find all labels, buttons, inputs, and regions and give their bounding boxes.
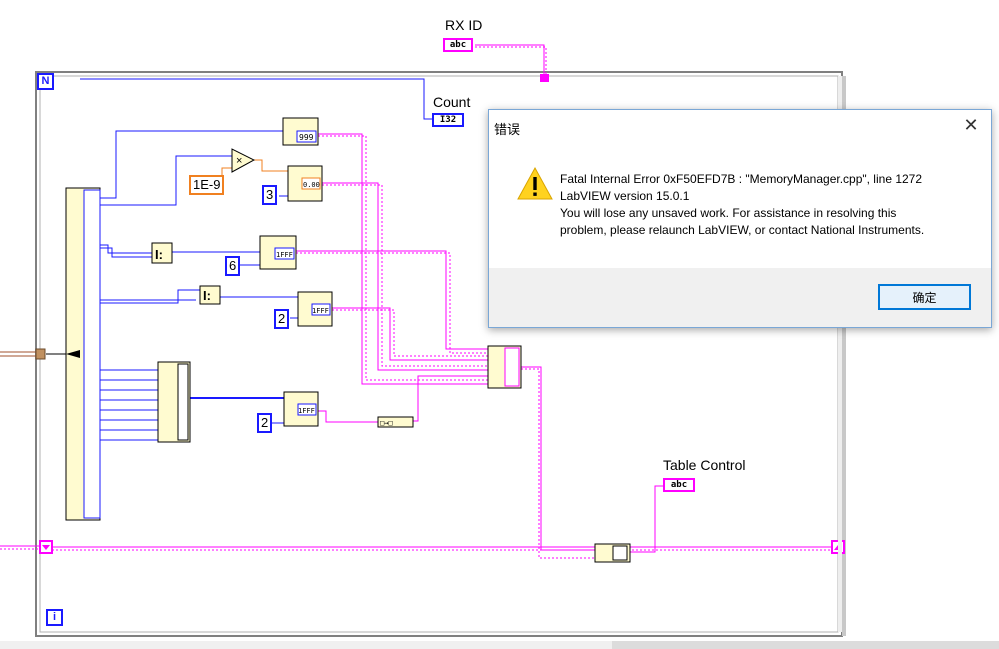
format-node-1[interactable]: 999 <box>282 117 319 146</box>
tunnel-cluster <box>35 348 46 360</box>
message-line: You will lose any unsaved work. For assi… <box>560 206 897 220</box>
shift-register-left[interactable] <box>39 540 53 554</box>
loop-iteration-i-icon[interactable]: i <box>46 609 63 626</box>
loop-count-n-icon[interactable]: N <box>37 73 54 90</box>
rx-id-terminal[interactable]: abc <box>443 38 473 52</box>
build-array-node[interactable] <box>487 345 522 389</box>
error-dialog: 错误 ✕ Fatal Internal Error 0xF50EFD7B : "… <box>488 109 992 328</box>
close-icon[interactable]: ✕ <box>961 115 981 135</box>
svg-text:I:: I: <box>155 247 163 262</box>
svg-text:1FFF: 1FFF <box>276 251 293 259</box>
svg-text:1FFF: 1FFF <box>298 407 315 415</box>
number-to-boolean-array-node[interactable] <box>157 361 191 443</box>
format-node-3[interactable]: 1FFF <box>259 235 297 270</box>
message-line: LabVIEW version 15.0.1 <box>560 189 690 203</box>
split-number-node-1[interactable]: I: <box>151 242 173 264</box>
table-control-terminal[interactable]: abc <box>663 478 695 492</box>
dialog-title: 错误 <box>494 122 521 137</box>
rx-id-label: RX ID <box>445 17 483 33</box>
numeric-wires <box>80 78 432 441</box>
multiply-node[interactable]: × <box>231 148 256 173</box>
insert-into-array-node[interactable] <box>594 543 631 563</box>
unbundle-by-name-node[interactable] <box>65 187 101 521</box>
tunnel-rx-id <box>540 74 549 82</box>
svg-text:1FFF: 1FFF <box>312 307 329 315</box>
message-line: problem, please relaunch LabVIEW, or con… <box>560 223 925 237</box>
count-label: Count <box>433 94 471 110</box>
svg-text:999: 999 <box>299 133 314 142</box>
string-convert-node[interactable]: □→□ <box>377 416 414 428</box>
horizontal-scrollbar[interactable] <box>612 641 999 649</box>
string-wire <box>475 44 547 78</box>
constant-epsilon[interactable]: 1E-9 <box>189 175 225 195</box>
cluster-wire <box>0 351 66 357</box>
svg-text:I:: I: <box>203 288 211 303</box>
warning-icon <box>517 166 553 200</box>
ok-button[interactable]: 确定 <box>878 284 971 310</box>
format-node-5[interactable]: 1FFF <box>283 391 319 427</box>
constant-six[interactable]: 6 <box>225 256 241 276</box>
svg-text:□→□: □→□ <box>380 419 393 427</box>
svg-text:×: × <box>236 155 242 167</box>
split-number-node-2[interactable]: I: <box>199 285 221 305</box>
dialog-message: Fatal Internal Error 0xF50EFD7B : "Memor… <box>560 171 924 239</box>
constant-three[interactable]: 3 <box>262 185 278 205</box>
table-control-label: Table Control <box>663 457 746 473</box>
dialog-footer: 确定 <box>489 268 991 327</box>
svg-text:0.00: 0.00 <box>303 181 320 189</box>
message-line: Fatal Internal Error 0xF50EFD7B : "Memor… <box>560 172 923 186</box>
constant-two-b[interactable]: 2 <box>257 413 273 433</box>
count-terminal[interactable]: I32 <box>432 113 464 127</box>
constant-two-a[interactable]: 2 <box>274 309 290 329</box>
format-node-4[interactable]: 1FFF <box>297 291 333 327</box>
status-strip <box>0 641 612 649</box>
format-node-2[interactable]: 0.00 <box>287 165 323 202</box>
